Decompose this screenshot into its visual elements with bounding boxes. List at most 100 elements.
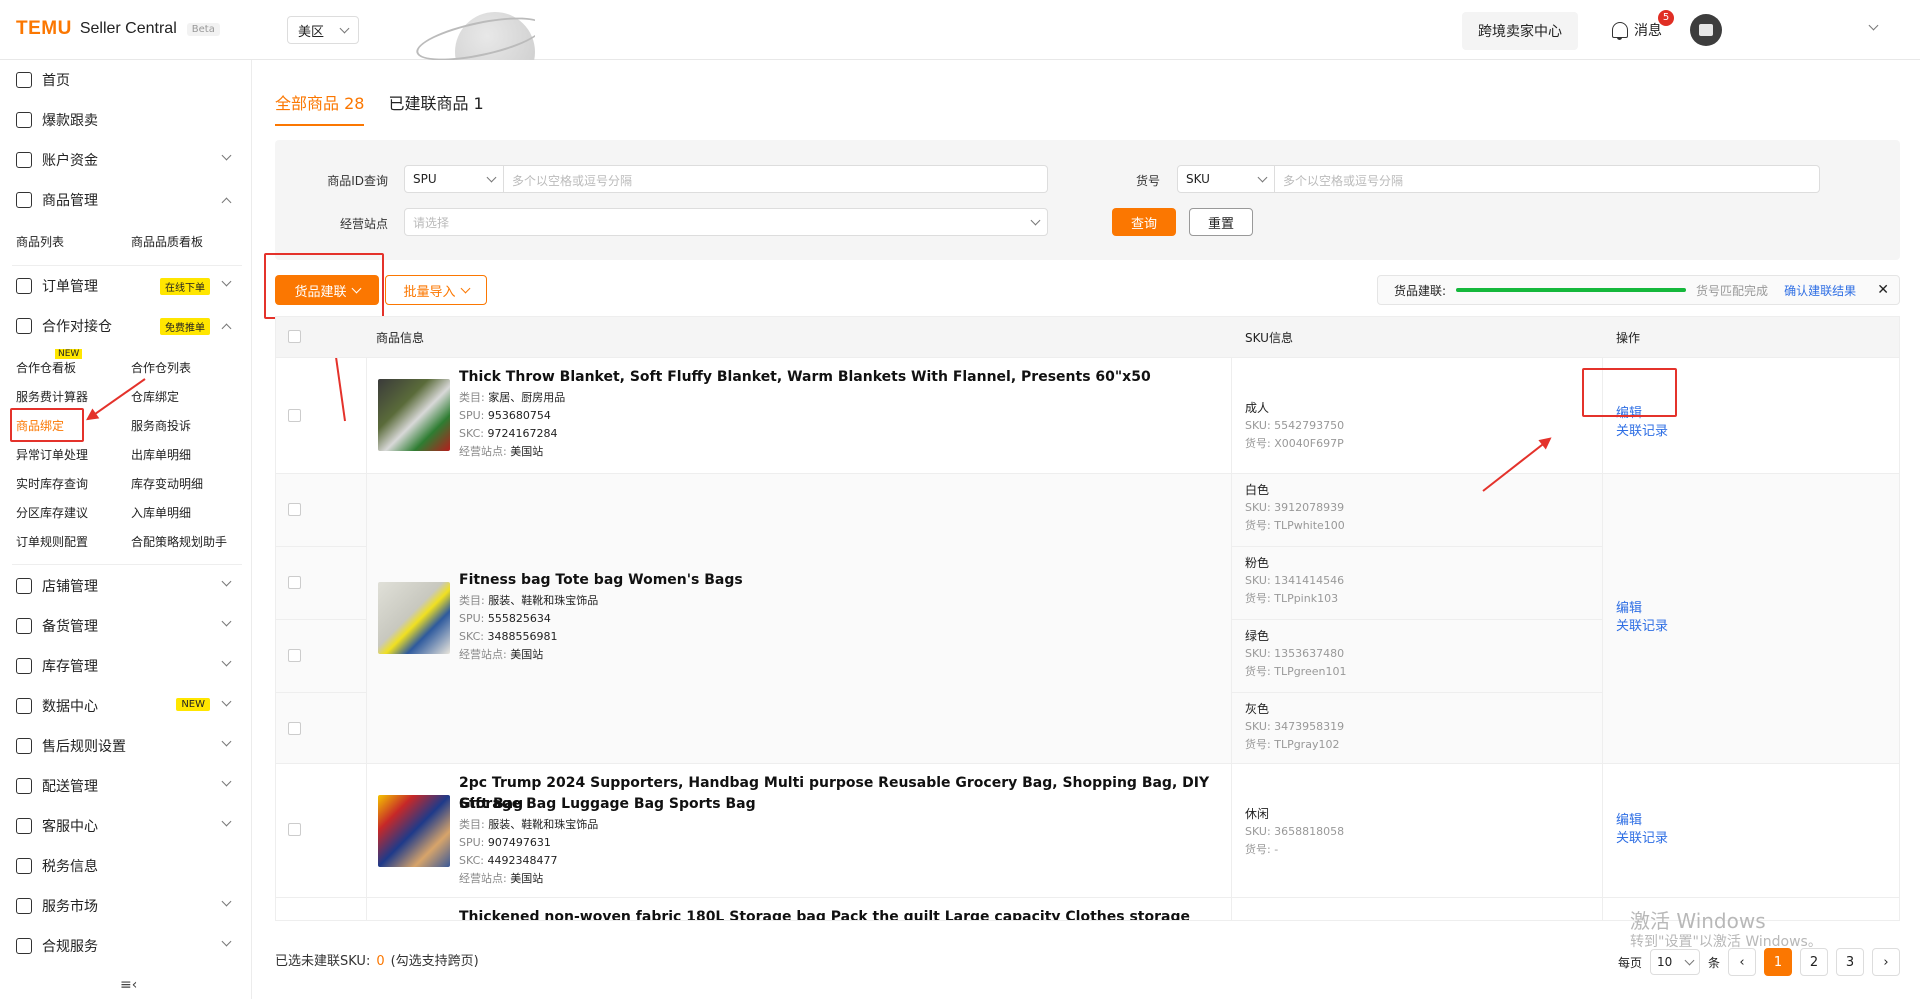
item-no-value: - — [1274, 843, 1279, 856]
chevron-up-icon — [221, 197, 232, 208]
sku-label: SKU: — [1245, 647, 1271, 660]
sidebar-item-orders[interactable]: 订单管理 在线下单 — [0, 266, 252, 306]
next-page-button[interactable]: › — [1872, 948, 1901, 976]
sku-variant: 成人 — [1245, 401, 1270, 415]
query-button[interactable]: 查询 — [1112, 208, 1176, 236]
batch-import-button[interactable]: 批量导入 — [385, 275, 487, 305]
table-header: 商品信息 SKU信息 操作 — [276, 317, 1899, 357]
select-all-checkbox[interactable] — [288, 330, 301, 343]
product-title: Thickened non-woven fabric 180L Storage … — [459, 909, 1190, 921]
product-image — [378, 582, 450, 654]
link-record-link[interactable]: 关联记录 — [1616, 423, 1668, 441]
sidebar-item-hot-follow[interactable]: 爆款跟卖 — [0, 100, 252, 140]
sidebar-item-service-market[interactable]: 服务市场 — [0, 886, 252, 926]
sku-type-select[interactable]: SKU — [1177, 165, 1275, 193]
sidebar-item-home[interactable]: 首页 — [0, 60, 252, 100]
sku-variant: 休闲 — [1245, 807, 1270, 821]
goods-icon — [16, 192, 32, 208]
sidebar-item-label: 首页 — [42, 73, 70, 89]
row-checkbox[interactable] — [288, 503, 301, 516]
logo[interactable]: TEMU Seller Central Beta — [16, 18, 220, 40]
sidebar-item-delivery[interactable]: 配送管理 — [0, 766, 252, 806]
product-id-input[interactable]: 多个以空格或逗号分隔 — [504, 165, 1048, 193]
sidebar-sub-item[interactable]: 出库单明细 — [131, 446, 191, 463]
page-2-button[interactable]: 2 — [1800, 948, 1829, 976]
row-checkbox[interactable] — [288, 823, 301, 836]
row-checkbox[interactable] — [288, 649, 301, 662]
sidebar-sub-item[interactable]: 入库单明细 — [131, 504, 191, 521]
sidebar-item-label: 税务信息 — [42, 859, 98, 875]
sidebar-sub-item[interactable]: 订单规则配置 — [16, 533, 88, 550]
sidebar-item-data-center[interactable]: 数据中心 NEW — [0, 686, 252, 726]
row-checkbox[interactable] — [288, 576, 301, 589]
sidebar-sub-item[interactable]: 实时库存查询 — [16, 475, 88, 492]
messages-count-badge: 5 — [1658, 10, 1674, 26]
chevron-down-icon — [486, 172, 497, 182]
confirm-link-result-link[interactable]: 确认建联结果 — [1784, 282, 1856, 299]
chart-icon — [16, 698, 32, 714]
meta-value: 美国站 — [510, 872, 544, 885]
tab-linked-goods[interactable]: 已建联商品 1 — [388, 90, 483, 126]
sidebar-sub-goods-list[interactable]: 商品列表 — [16, 233, 64, 250]
sidebar-item-store[interactable]: 店铺管理 — [0, 566, 252, 606]
meta-label: 类目: — [459, 391, 485, 404]
meta-value: 953680754 — [487, 409, 551, 422]
selected-hint: (勾选支持跨页) — [390, 954, 479, 969]
collapse-sidebar-icon[interactable]: ≡‹ — [120, 977, 137, 993]
page-size-select[interactable]: 10 — [1650, 949, 1701, 975]
edit-link[interactable]: 编辑 — [1616, 600, 1668, 618]
sidebar-sub-item[interactable]: 分区库存建议 — [16, 504, 88, 521]
sidebar-item-goods-management[interactable]: 商品管理 — [0, 180, 252, 220]
close-icon[interactable]: ✕ — [1877, 282, 1889, 298]
page-1-button[interactable]: 1 — [1764, 948, 1793, 976]
sidebar-sub-goods-quality[interactable]: 商品品质看板 — [131, 233, 203, 250]
chevron-down-icon — [221, 616, 232, 627]
row-checkbox[interactable] — [288, 722, 301, 735]
chevron-down-icon — [221, 896, 232, 907]
avatar[interactable] — [1690, 14, 1722, 46]
sidebar-sub-item[interactable]: 库存变动明细 — [131, 475, 203, 492]
prev-page-button[interactable]: ‹ — [1728, 948, 1757, 976]
tag-badge: 免费推单 — [160, 318, 210, 335]
sidebar-sub-item[interactable]: 合作仓看板 — [16, 359, 76, 376]
reset-button[interactable]: 重置 — [1189, 208, 1253, 236]
sidebar-sub-item[interactable]: 合作仓列表 — [131, 359, 191, 376]
sidebar-sub-item[interactable]: 服务商投诉 — [131, 417, 191, 434]
sidebar-sub-item[interactable]: 仓库绑定 — [131, 388, 179, 405]
row-checkbox[interactable] — [288, 409, 301, 422]
meta-label: 经营站点: — [459, 648, 507, 661]
sidebar-item-tax[interactable]: 税务信息 — [0, 846, 252, 886]
link-progress-panel: 货品建联: 货号匹配完成 确认建联结果 ✕ — [1377, 275, 1900, 305]
sidebar-item-after-sales[interactable]: 售后规则设置 — [0, 726, 252, 766]
meta-label: SKC: — [459, 630, 484, 643]
sidebar-item-partner-warehouse[interactable]: 合作对接仓 免费推单 — [0, 306, 252, 346]
truck-icon — [16, 618, 32, 634]
chevron-down-icon — [221, 936, 232, 947]
progress-label: 货品建联: — [1394, 283, 1447, 298]
product-id-type-select[interactable]: SPU — [404, 165, 504, 193]
link-record-link[interactable]: 关联记录 — [1616, 830, 1668, 848]
sku-input[interactable]: 多个以空格或逗号分隔 — [1275, 165, 1820, 193]
sidebar-sub-item[interactable]: 服务费计算器 — [16, 388, 88, 405]
column-divider — [1231, 357, 1232, 920]
sidebar-sub-item[interactable]: 异常订单处理 — [16, 446, 88, 463]
tab-all-goods[interactable]: 全部商品 28 — [275, 90, 365, 126]
messages-button[interactable]: 消息 — [1612, 20, 1662, 40]
sidebar: 首页 爆款跟卖 账户资金 商品管理 商品列表 商品品质看板 订单管理 在线下单 … — [0, 60, 252, 999]
chevron-down-icon[interactable] — [1868, 20, 1879, 31]
link-record-link[interactable]: 关联记录 — [1616, 618, 1668, 636]
edit-link[interactable]: 编辑 — [1616, 812, 1668, 830]
page-3-button[interactable]: 3 — [1836, 948, 1865, 976]
header-product-info: 商品信息 — [376, 331, 425, 345]
site-select[interactable]: 请选择 — [404, 208, 1048, 236]
region-select[interactable]: 美区 — [287, 16, 359, 44]
sidebar-item-inventory[interactable]: 库存管理 — [0, 646, 252, 686]
sidebar-item-label: 配送管理 — [42, 779, 98, 795]
sidebar-item-compliance[interactable]: 合规服务 — [0, 926, 252, 966]
sidebar-item-stocking[interactable]: 备货管理 — [0, 606, 252, 646]
cross-border-center-button[interactable]: 跨境卖家中心 — [1462, 12, 1578, 50]
sidebar-item-label: 订单管理 — [42, 279, 98, 295]
sidebar-sub-item[interactable]: 合配策略规划助手 — [131, 533, 227, 550]
sidebar-item-customer-service[interactable]: 客服中心 — [0, 806, 252, 846]
sidebar-item-account-funds[interactable]: 账户资金 — [0, 140, 252, 180]
